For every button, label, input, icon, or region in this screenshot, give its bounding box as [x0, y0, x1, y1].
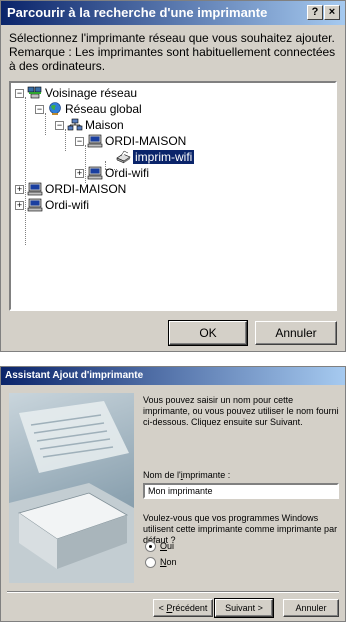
next-button[interactable]: Suivant >	[214, 598, 274, 618]
radio-no-label[interactable]: Non	[160, 557, 177, 568]
collapse-toggle[interactable]: −	[35, 105, 44, 114]
cancel-button[interactable]: Annuler	[255, 321, 337, 345]
help-button[interactable]: ?	[307, 5, 323, 20]
close-button[interactable]: ×	[324, 5, 340, 20]
radio-no[interactable]	[145, 557, 156, 568]
radio-yes-label[interactable]: Oui	[160, 541, 174, 552]
radio-yes[interactable]	[145, 541, 156, 552]
printer-illustration-icon	[9, 401, 134, 583]
collapse-toggle[interactable]: −	[15, 89, 24, 98]
computer-icon	[27, 182, 43, 196]
printer-name-input[interactable]: Mon imprimante	[143, 483, 339, 499]
tree-line	[45, 113, 46, 135]
remark-line: Remarque : Les imprimantes sont habituel…	[9, 45, 336, 73]
previous-button[interactable]: < Précédent	[153, 599, 213, 617]
tree-node-maison[interactable]: Maison	[85, 117, 124, 133]
tree-node-ordi-wifi[interactable]: Ordi-wifi	[45, 197, 89, 213]
collapse-toggle[interactable]: −	[55, 121, 64, 130]
dialog-title: Parcourir à la recherche d'une imprimant…	[7, 5, 268, 20]
browse-printer-dialog: Parcourir à la recherche d'une imprimant…	[0, 0, 346, 352]
label-part: mprimante :	[182, 470, 231, 480]
tree-line	[85, 145, 86, 183]
add-printer-wizard: Assistant Ajout d'imprimante Vous pouvez…	[0, 366, 346, 622]
tree-node-voisinage[interactable]: Voisinage réseau	[45, 85, 137, 101]
wizard-title-bar[interactable]: Assistant Ajout d'imprimante	[1, 367, 345, 385]
label-rest: on	[166, 557, 177, 567]
button-separator	[7, 591, 339, 593]
tree-node-ordi-wifi-inner[interactable]: Ordi-wifi	[105, 165, 149, 181]
network-tree[interactable]: − Voisinage réseau − Réseau global − Mai…	[9, 81, 337, 311]
instruction-text: Sélectionnez l'imprimante réseau que vou…	[9, 31, 341, 73]
computer-icon	[27, 198, 43, 212]
workgroup-icon	[67, 118, 83, 131]
tree-node-reseau-global[interactable]: Réseau global	[65, 101, 142, 117]
printer-name-label: Nom de l'imprimante :	[143, 470, 230, 481]
wizard-intro-text: Vous pouvez saisir un nom pour cette imp…	[143, 395, 339, 427]
label-rest: ui	[167, 541, 175, 551]
selected-printer-label: imprim-wifi	[133, 150, 195, 164]
tree-line	[25, 97, 26, 245]
label-part: Nom de l'	[143, 470, 181, 480]
computer-icon	[87, 166, 103, 180]
expand-toggle[interactable]: +	[75, 169, 84, 178]
tree-node-imprim-wifi[interactable]: imprim-wifi	[133, 149, 195, 165]
printer-icon	[116, 150, 131, 164]
network-neighborhood-icon	[27, 86, 42, 99]
tree-node-ordi-maison[interactable]: ORDI-MAISON	[45, 181, 126, 197]
collapse-toggle[interactable]: −	[75, 137, 84, 146]
tree-node-ordi-maison-inner[interactable]: ORDI-MAISON	[105, 133, 186, 149]
tree-line	[65, 129, 66, 151]
expand-toggle[interactable]: +	[15, 201, 24, 210]
wizard-illustration	[9, 393, 134, 583]
wizard-cancel-button[interactable]: Annuler	[283, 599, 339, 617]
globe-icon	[49, 102, 61, 115]
computer-icon	[87, 134, 103, 148]
wizard-title: Assistant Ajout d'imprimante	[5, 370, 144, 381]
btn-part: récédent	[172, 603, 208, 613]
accesskey: O	[160, 541, 168, 551]
instruction-line: Sélectionnez l'imprimante réseau que vou…	[9, 31, 335, 45]
expand-toggle[interactable]: +	[15, 185, 24, 194]
ok-button[interactable]: OK	[168, 320, 248, 346]
title-bar[interactable]: Parcourir à la recherche d'une imprimant…	[1, 1, 345, 25]
